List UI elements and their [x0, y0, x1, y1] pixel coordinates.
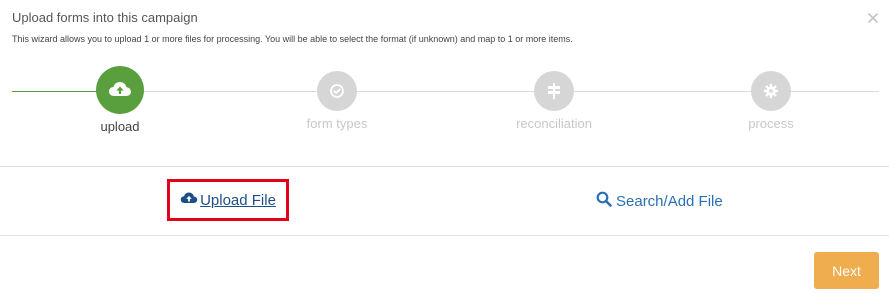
dialog-header: Upload forms into this campaign This wiz…	[12, 10, 849, 45]
signpost-icon	[534, 71, 574, 111]
step-label: process	[748, 116, 794, 131]
step-form-types[interactable]: form types	[267, 66, 407, 131]
divider	[0, 235, 889, 236]
check-circle-icon	[317, 71, 357, 111]
close-icon[interactable]	[865, 10, 881, 26]
step-label: upload	[100, 119, 140, 134]
upload-file-link[interactable]: Upload File	[167, 179, 289, 221]
cloud-upload-icon	[96, 66, 144, 114]
next-button[interactable]: Next	[814, 252, 879, 289]
step-label: reconciliation	[516, 116, 592, 131]
divider	[0, 166, 889, 167]
wizard-steps: upload form types reconciliation process	[0, 66, 889, 136]
cloud-upload-icon	[180, 191, 198, 210]
search-icon	[596, 191, 612, 211]
search-add-file-link[interactable]: Search/Add File	[596, 188, 723, 214]
step-reconciliation[interactable]: reconciliation	[484, 66, 624, 131]
dialog-subtitle: This wizard allows you to upload 1 or mo…	[12, 34, 573, 44]
step-process[interactable]: process	[701, 66, 841, 131]
search-add-file-label: Search/Add File	[616, 192, 723, 210]
step-label: form types	[306, 116, 368, 131]
gear-icon	[751, 71, 791, 111]
upload-file-label: Upload File	[200, 191, 276, 209]
step-upload[interactable]: upload	[50, 66, 190, 134]
dialog-title: Upload forms into this campaign	[12, 10, 198, 25]
